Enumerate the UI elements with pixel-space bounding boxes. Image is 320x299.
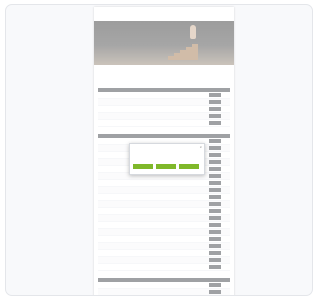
table-cell <box>120 296 142 297</box>
table-cell <box>142 296 164 297</box>
close-icon[interactable]: × <box>199 145 202 149</box>
dialog-button[interactable] <box>156 164 176 169</box>
dialog-actions <box>133 164 199 169</box>
dialog-button[interactable] <box>133 164 153 169</box>
preview-card: × <box>5 4 313 296</box>
table-cell <box>164 296 186 297</box>
dialog-text <box>130 150 204 158</box>
table-cell <box>98 296 120 297</box>
consent-dialog: × <box>129 143 205 175</box>
table-cell <box>208 296 230 297</box>
table-row <box>98 296 230 297</box>
table-cell <box>186 296 208 297</box>
dialog-button[interactable] <box>179 164 199 169</box>
page-thumbnail: × <box>94 7 234 297</box>
